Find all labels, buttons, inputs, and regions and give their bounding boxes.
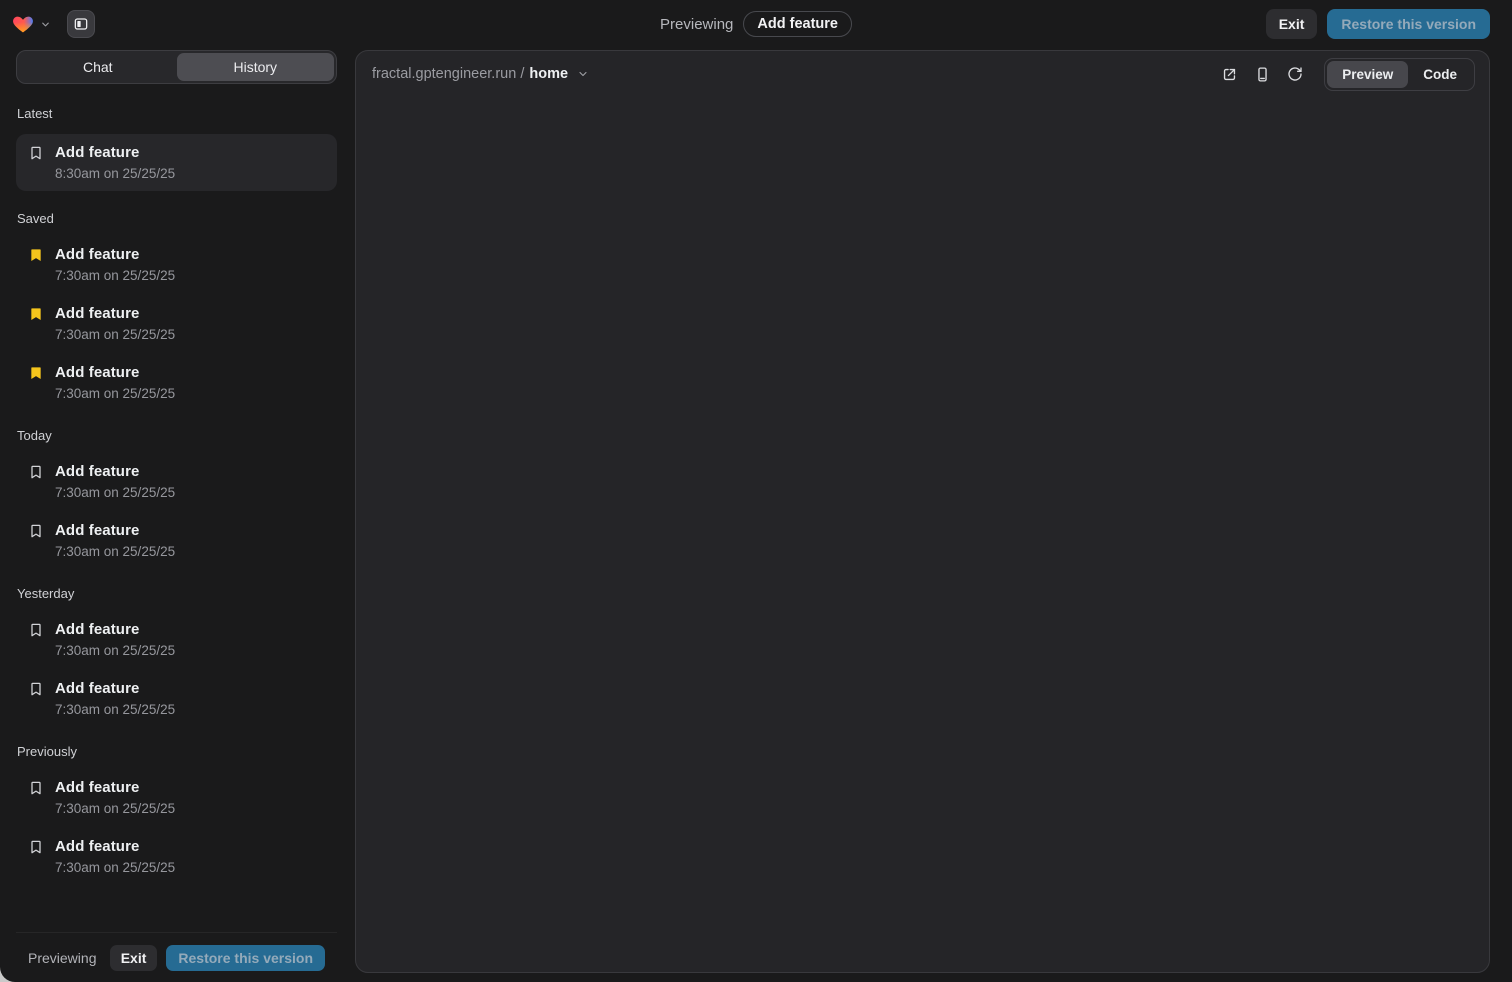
history-item-row: Add feature (28, 522, 325, 539)
mobile-preview-button[interactable] (1250, 62, 1274, 86)
panel-left-icon (73, 16, 89, 32)
toggle-code[interactable]: Code (1408, 61, 1472, 88)
history-item-title: Add feature (55, 680, 139, 697)
bookmark-outline-icon (28, 780, 44, 796)
bookmark-outline-icon (28, 622, 44, 638)
history-item[interactable]: Add feature 7:30am on 25/25/25 (16, 614, 337, 665)
history-item-title: Add feature (55, 463, 139, 480)
history-item[interactable]: Add feature 7:30am on 25/25/25 (16, 831, 337, 882)
history-item[interactable]: Add feature 7:30am on 25/25/25 (16, 357, 337, 408)
open-in-new-tab-button[interactable] (1217, 62, 1241, 86)
history-item-title: Add feature (55, 144, 139, 161)
history-item-title: Add feature (55, 364, 139, 381)
bookmark-filled-icon (28, 365, 44, 381)
bookmark-outline-icon (28, 464, 44, 480)
preview-header-actions: Preview Code (1217, 58, 1475, 91)
history-item-title: Add feature (55, 246, 139, 263)
preview-url-page: home (529, 66, 568, 82)
history-item-timestamp: 7:30am on 25/25/25 (55, 702, 325, 717)
section-label-previously: Previously (17, 744, 337, 759)
history-item-title: Add feature (55, 779, 139, 796)
toggle-preview[interactable]: Preview (1327, 61, 1408, 88)
history-item-row: Add feature (28, 305, 325, 322)
chevron-down-icon (577, 68, 589, 80)
history-item-timestamp: 7:30am on 25/25/25 (55, 643, 325, 658)
history-item-row: Add feature (28, 463, 325, 480)
history-item-timestamp: 7:30am on 25/25/25 (55, 386, 325, 401)
history-item-row: Add feature (28, 680, 325, 697)
preview-url-prefix: fractal.gptengineer.run / (372, 66, 524, 82)
previewing-status: Previewing Add feature (660, 0, 852, 48)
bookmark-filled-icon (28, 306, 44, 322)
section-label-today: Today (17, 428, 337, 443)
topbar-left-group (12, 10, 95, 38)
history-item-row: Add feature (28, 144, 325, 161)
history-item[interactable]: Add feature 7:30am on 25/25/25 (16, 673, 337, 724)
bookmark-outline-icon (28, 839, 44, 855)
restore-version-button[interactable]: Restore this version (1327, 9, 1490, 39)
preview-panel: fractal.gptengineer.run / home (355, 50, 1490, 973)
top-bar: Previewing Add feature Exit Restore this… (0, 0, 1512, 48)
mobile-device-icon (1254, 66, 1271, 83)
bookmark-outline-icon (28, 523, 44, 539)
refresh-icon (1287, 66, 1303, 82)
footer-restore-version-button[interactable]: Restore this version (166, 945, 325, 971)
history-item-timestamp: 7:30am on 25/25/25 (55, 485, 325, 500)
preview-url-dropdown[interactable]: fractal.gptengineer.run / home (372, 66, 589, 82)
footer-previewing-label: Previewing (28, 950, 96, 966)
history-item-row: Add feature (28, 779, 325, 796)
history-item-row: Add feature (28, 621, 325, 638)
refresh-preview-button[interactable] (1283, 62, 1307, 86)
bookmark-filled-icon (28, 247, 44, 263)
history-item-title: Add feature (55, 522, 139, 539)
preview-header: fractal.gptengineer.run / home (356, 51, 1489, 97)
lovable-heart-logo[interactable] (12, 13, 34, 35)
history-item[interactable]: Add feature 7:30am on 25/25/25 (16, 456, 337, 507)
history-item-timestamp: 7:30am on 25/25/25 (55, 327, 325, 342)
section-label-latest: Latest (17, 106, 337, 121)
history-item-timestamp: 7:30am on 25/25/25 (55, 544, 325, 559)
section-label-yesterday: Yesterday (17, 586, 337, 601)
exit-button[interactable]: Exit (1266, 9, 1318, 39)
history-item-title: Add feature (55, 305, 139, 322)
history-item-title: Add feature (55, 838, 139, 855)
bookmark-outline-icon (28, 681, 44, 697)
topbar-actions: Exit Restore this version (1266, 9, 1490, 39)
section-label-saved: Saved (17, 211, 337, 226)
sidebar: Chat History Latest Add feature 8:30am on … (16, 50, 337, 982)
history-list: Latest Add feature 8:30am on 25/25/25 Saved… (16, 84, 337, 932)
preview-code-toggle: Preview Code (1324, 58, 1475, 91)
history-item-row: Add feature (28, 838, 325, 855)
bookmark-outline-icon (28, 145, 44, 161)
history-item[interactable]: Add feature 7:30am on 25/25/25 (16, 772, 337, 823)
sidebar-tabs: Chat History (16, 50, 337, 84)
external-link-icon (1221, 66, 1238, 83)
version-badge[interactable]: Add feature (743, 11, 852, 37)
history-item-row: Add feature (28, 246, 325, 263)
toggle-sidebar-button[interactable] (67, 10, 95, 38)
footer-actions: Exit Restore this version (110, 945, 325, 971)
history-item-row: Add feature (28, 364, 325, 381)
preview-viewport[interactable] (357, 97, 1488, 971)
history-item[interactable]: Add feature 7:30am on 25/25/25 (16, 239, 337, 290)
history-item-timestamp: 7:30am on 25/25/25 (55, 268, 325, 283)
tab-chat[interactable]: Chat (19, 53, 177, 81)
history-item-title: Add feature (55, 621, 139, 638)
history-item[interactable]: Add feature 7:30am on 25/25/25 (16, 515, 337, 566)
tab-history[interactable]: History (177, 53, 335, 81)
history-item[interactable]: Add feature 7:30am on 25/25/25 (16, 298, 337, 349)
history-item-timestamp: 8:30am on 25/25/25 (55, 166, 325, 181)
history-item[interactable]: Add feature 8:30am on 25/25/25 (16, 134, 337, 191)
sidebar-footer: Previewing Exit Restore this version (16, 932, 337, 982)
history-item-timestamp: 7:30am on 25/25/25 (55, 860, 325, 875)
footer-exit-button[interactable]: Exit (110, 945, 158, 971)
chevron-down-icon[interactable] (40, 19, 51, 30)
history-item-timestamp: 7:30am on 25/25/25 (55, 801, 325, 816)
previewing-label: Previewing (660, 16, 733, 33)
